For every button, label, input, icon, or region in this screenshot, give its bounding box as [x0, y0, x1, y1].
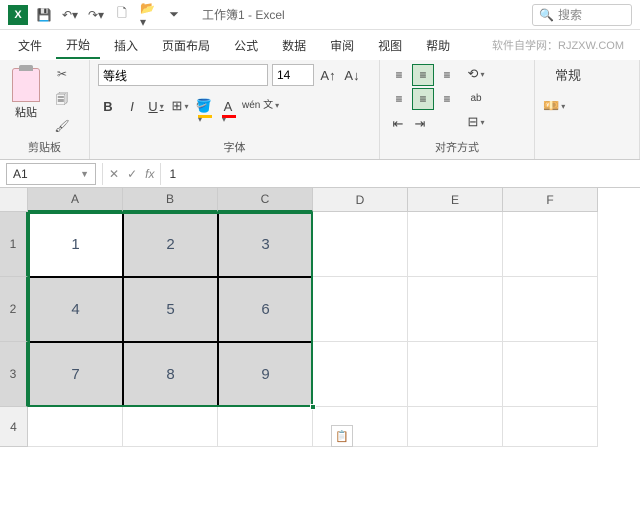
col-header-D[interactable]: D	[313, 188, 408, 212]
row-header-4[interactable]: 4	[0, 407, 28, 447]
fx-icon[interactable]: fx	[145, 167, 154, 181]
cell-C2[interactable]: 6	[218, 277, 313, 342]
col-header-F[interactable]: F	[503, 188, 598, 212]
cell-F4[interactable]	[503, 407, 598, 447]
cell-D1[interactable]	[313, 212, 408, 277]
new-icon[interactable]: 🗋	[114, 7, 130, 23]
col-header-C[interactable]: C	[218, 188, 313, 212]
col-header-A[interactable]: A	[28, 188, 123, 212]
qat-more-icon[interactable]: ⏷	[166, 7, 182, 23]
increase-font-icon[interactable]: A↑	[318, 65, 338, 85]
align-top-center[interactable]: ≡	[412, 64, 434, 86]
window-title: 工作簿1 - Excel	[202, 6, 285, 23]
tab-review[interactable]: 审阅	[320, 33, 364, 58]
row-header-1[interactable]: 1	[0, 212, 28, 277]
redo-icon[interactable]: ↷▾	[88, 7, 104, 23]
col-header-B[interactable]: B	[123, 188, 218, 212]
wrap-text-button[interactable]: ab	[466, 88, 486, 108]
merge-button[interactable]: ⊟	[466, 112, 486, 132]
cancel-icon[interactable]: ✕	[109, 167, 119, 181]
cell-D2[interactable]	[313, 277, 408, 342]
cell-B2[interactable]: 5	[123, 277, 218, 342]
chevron-down-icon: ▼	[80, 169, 89, 179]
decrease-font-icon[interactable]: A↓	[342, 65, 362, 85]
tab-formula[interactable]: 公式	[224, 33, 268, 58]
font-size-select[interactable]	[272, 64, 314, 86]
cell-E3[interactable]	[408, 342, 503, 407]
cell-B4[interactable]	[123, 407, 218, 447]
group-align-label: 对齐方式	[388, 137, 526, 157]
cell-B1[interactable]: 2	[123, 212, 218, 277]
bold-button[interactable]: B	[98, 96, 118, 116]
enter-icon[interactable]: ✓	[127, 167, 137, 181]
cell-D3[interactable]	[313, 342, 408, 407]
phonetic-button[interactable]: wén 文	[242, 96, 279, 116]
align-top-right[interactable]: ≡	[436, 64, 458, 86]
undo-icon[interactable]: ↶▾	[62, 7, 78, 23]
group-number-label	[543, 153, 631, 157]
col-header-E[interactable]: E	[408, 188, 503, 212]
tab-file[interactable]: 文件	[8, 33, 52, 58]
currency-button[interactable]: 💴	[543, 96, 565, 116]
fill-handle[interactable]	[310, 404, 316, 410]
search-input[interactable]: 🔍 搜索	[532, 4, 632, 26]
cell-C1[interactable]: 3	[218, 212, 313, 277]
cell-B3[interactable]: 8	[123, 342, 218, 407]
cell-E4[interactable]	[408, 407, 503, 447]
search-icon: 🔍	[539, 8, 554, 22]
align-right[interactable]: ≡	[436, 88, 458, 110]
tab-data[interactable]: 数据	[272, 33, 316, 58]
open-icon[interactable]: 📂▾	[140, 7, 156, 23]
cell-C4[interactable]	[218, 407, 313, 447]
font-color-button[interactable]: A	[218, 96, 238, 116]
clipboard-icon	[12, 68, 40, 102]
align-left[interactable]: ≡	[388, 88, 410, 110]
tab-insert[interactable]: 插入	[104, 33, 148, 58]
cell-A3[interactable]: 7	[28, 342, 123, 407]
align-grid: ≡ ≡ ≡ ≡ ≡ ≡	[388, 64, 458, 110]
cell-E1[interactable]	[408, 212, 503, 277]
select-all-corner[interactable]	[0, 188, 28, 212]
ribbon: 粘贴 ✂ 🗐 🖌 剪贴板 A↑ A↓ B I U ⊞ 🪣	[0, 60, 640, 160]
increase-indent-icon[interactable]: ⇥	[410, 114, 430, 134]
cell-A1[interactable]: 1	[28, 212, 123, 277]
underline-button[interactable]: U	[146, 96, 166, 116]
row-header-2[interactable]: 2	[0, 277, 28, 342]
watermark-text: 软件自学网：RJZXW.COM	[492, 37, 624, 53]
decrease-indent-icon[interactable]: ⇤	[388, 114, 408, 134]
align-top-left[interactable]: ≡	[388, 64, 410, 86]
save-icon[interactable]: 💾	[36, 7, 52, 23]
tab-help[interactable]: 帮助	[416, 33, 460, 58]
tab-home[interactable]: 开始	[56, 32, 100, 59]
tab-layout[interactable]: 页面布局	[152, 33, 220, 58]
cell-D4[interactable]	[313, 407, 408, 447]
italic-button[interactable]: I	[122, 96, 142, 116]
cell-F3[interactable]	[503, 342, 598, 407]
number-format-select[interactable]: 常规	[543, 64, 593, 84]
cell-A4[interactable]	[28, 407, 123, 447]
cell-E2[interactable]	[408, 277, 503, 342]
orientation-button[interactable]: ⟲	[466, 64, 486, 84]
cell-A2[interactable]: 4	[28, 277, 123, 342]
paste-options-button[interactable]: 📋	[331, 425, 353, 447]
excel-logo: X	[8, 5, 28, 25]
cut-icon[interactable]: ✂	[52, 64, 72, 84]
cell-F1[interactable]	[503, 212, 598, 277]
paste-button[interactable]: 粘贴	[8, 64, 44, 124]
align-center[interactable]: ≡	[412, 88, 434, 110]
group-clipboard-label: 剪贴板	[8, 137, 81, 157]
font-name-select[interactable]	[98, 64, 268, 86]
group-font-label: 字体	[98, 137, 371, 157]
fill-color-button[interactable]: 🪣	[194, 96, 214, 116]
tab-view[interactable]: 视图	[368, 33, 412, 58]
ribbon-tabs: 文件 开始 插入 页面布局 公式 数据 审阅 视图 帮助 软件自学网：RJZXW…	[0, 30, 640, 60]
cell-F2[interactable]	[503, 277, 598, 342]
row-header-3[interactable]: 3	[0, 342, 28, 407]
cell-C3[interactable]: 9	[218, 342, 313, 407]
copy-icon[interactable]: 🗐	[52, 90, 72, 110]
format-painter-icon[interactable]: 🖌	[52, 116, 72, 136]
name-box[interactable]: A1▼	[6, 163, 96, 185]
border-button[interactable]: ⊞	[170, 96, 190, 116]
formula-input[interactable]: 1	[161, 167, 640, 181]
